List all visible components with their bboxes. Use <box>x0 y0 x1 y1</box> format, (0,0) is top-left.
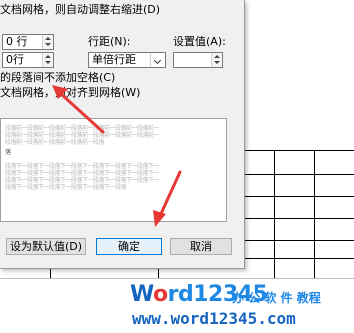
arrow-head <box>153 210 166 227</box>
watermark-tagline: 办 公 软 件 教程 <box>232 291 321 305</box>
arrow-to-ok-button <box>158 170 182 218</box>
watermark-url: www.word12345.com <box>132 309 296 328</box>
arrow-to-snap-option <box>58 91 105 134</box>
watermark: Word12345 办 公 软 件 教程 www.word12345.com <box>128 282 354 333</box>
